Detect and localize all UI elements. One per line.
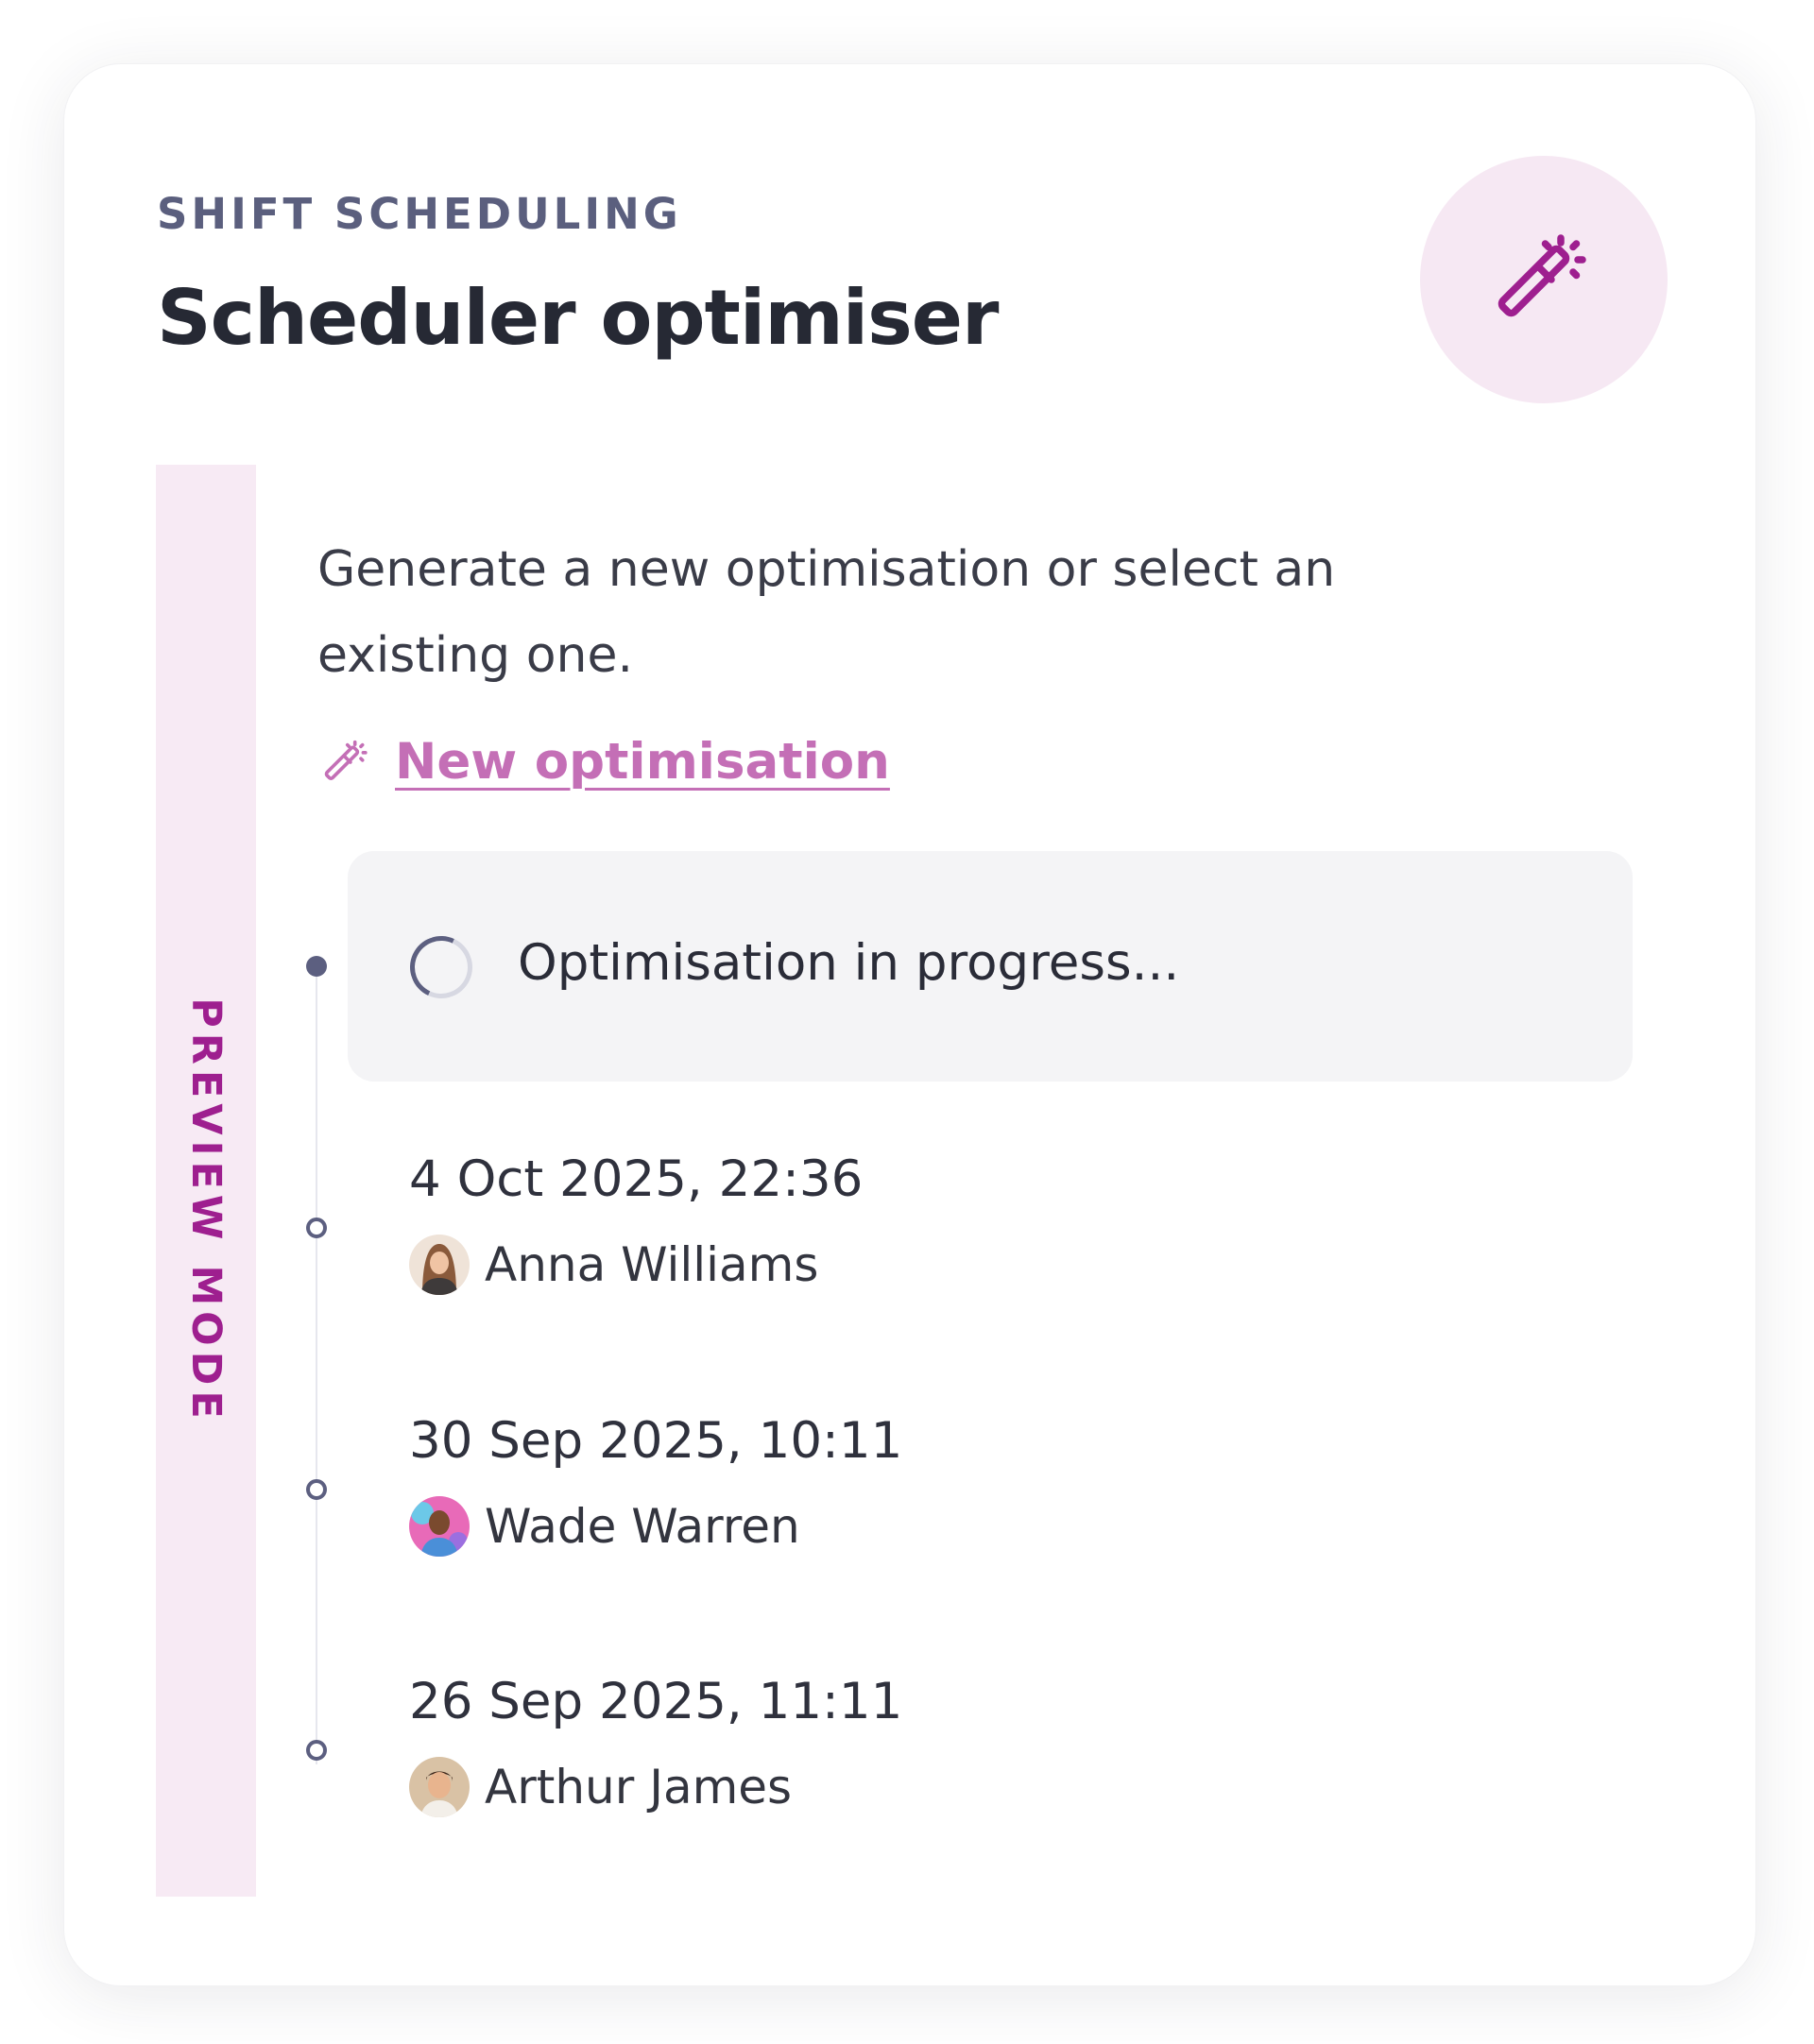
section-eyebrow: SHIFT SCHEDULING [157, 189, 682, 239]
timeline-dot [306, 1218, 327, 1238]
timeline-line [316, 962, 317, 1764]
avatar [409, 1496, 470, 1557]
timeline-dot [306, 1740, 327, 1761]
optimisation-progress-item: Optimisation in progress... [348, 851, 1633, 1082]
history-date: 4 Oct 2025, 22:36 [409, 1150, 864, 1208]
history-date: 26 Sep 2025, 11:11 [409, 1673, 903, 1730]
avatar [409, 1757, 470, 1817]
avatar [409, 1235, 470, 1295]
history-item[interactable]: 4 Oct 2025, 22:36 Anna Williams [409, 1150, 863, 1295]
history-user-name: Arthur James [485, 1760, 793, 1814]
new-optimisation-label[interactable]: New optimisation [395, 733, 890, 791]
magic-wand-icon-badge [1420, 156, 1668, 403]
history-user-name: Anna Williams [485, 1237, 819, 1292]
description-text: Generate a new optimisation or select an… [317, 541, 1336, 684]
history-item[interactable]: 26 Sep 2025, 11:11 Arthur James [409, 1673, 902, 1817]
history-item[interactable]: 30 Sep 2025, 10:11 Wade Warren [409, 1412, 902, 1557]
timeline-dot [306, 1479, 327, 1500]
magic-wand-icon [324, 740, 368, 780]
spinner-icon [401, 927, 482, 1008]
magic-wand-icon [1497, 234, 1586, 317]
preview-mode-banner: PREVIEW MODE [156, 465, 256, 1897]
preview-mode-label: PREVIEW MODE [182, 997, 230, 1424]
history-user-name: Wade Warren [485, 1499, 800, 1554]
progress-label: Optimisation in progress... [518, 934, 1180, 992]
scheduler-optimiser-card: SHIFT SCHEDULING Scheduler optimiser PRE… [64, 64, 1755, 1985]
timeline-dot-active [306, 956, 327, 977]
page-title: Scheduler optimiser [157, 274, 999, 362]
new-optimisation-link[interactable]: New optimisation [319, 733, 890, 791]
history-date: 30 Sep 2025, 10:11 [409, 1412, 903, 1470]
